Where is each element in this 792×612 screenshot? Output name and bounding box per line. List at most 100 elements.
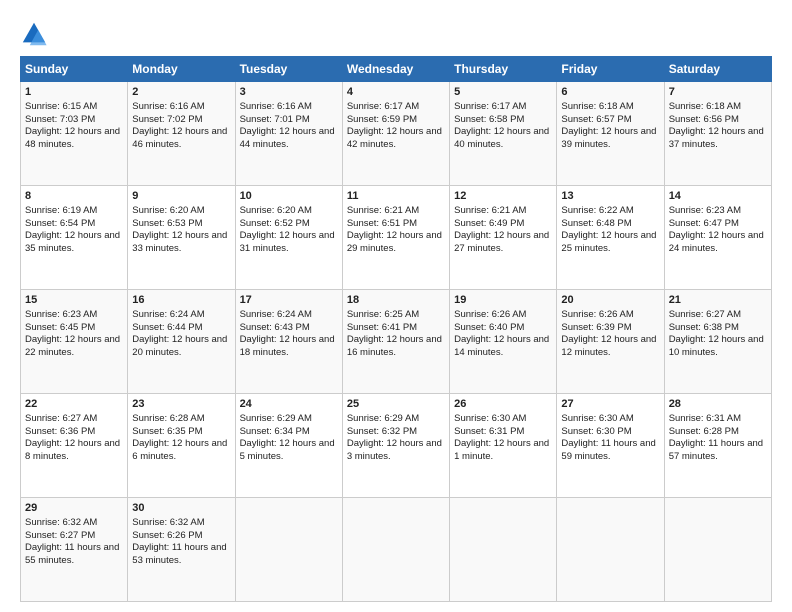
day-number: 9 [132, 189, 230, 204]
sunset-text: Sunset: 6:54 PM [25, 218, 95, 229]
day-number: 8 [25, 189, 123, 204]
day-number: 6 [561, 85, 659, 100]
sunrise-text: Sunrise: 6:16 AM [240, 101, 312, 112]
day-number: 29 [25, 501, 123, 516]
logo [20, 20, 52, 48]
calendar-cell: 16Sunrise: 6:24 AMSunset: 6:44 PMDayligh… [128, 290, 235, 394]
sunrise-text: Sunrise: 6:29 AM [347, 413, 419, 424]
calendar-cell: 9Sunrise: 6:20 AMSunset: 6:53 PMDaylight… [128, 186, 235, 290]
sunrise-text: Sunrise: 6:21 AM [347, 205, 419, 216]
calendar-cell: 1Sunrise: 6:15 AMSunset: 7:03 PMDaylight… [21, 82, 128, 186]
calendar-cell [664, 498, 771, 602]
calendar-cell: 29Sunrise: 6:32 AMSunset: 6:27 PMDayligh… [21, 498, 128, 602]
daylight-label: Daylight: 12 hours and 27 minutes. [454, 230, 549, 254]
daylight-label: Daylight: 12 hours and 25 minutes. [561, 230, 656, 254]
sunrise-text: Sunrise: 6:24 AM [132, 309, 204, 320]
day-number: 5 [454, 85, 552, 100]
sunrise-text: Sunrise: 6:15 AM [25, 101, 97, 112]
sunset-text: Sunset: 6:47 PM [669, 218, 739, 229]
calendar-cell: 19Sunrise: 6:26 AMSunset: 6:40 PMDayligh… [450, 290, 557, 394]
daylight-label: Daylight: 12 hours and 16 minutes. [347, 334, 442, 358]
calendar-cell: 11Sunrise: 6:21 AMSunset: 6:51 PMDayligh… [342, 186, 449, 290]
day-number: 18 [347, 293, 445, 308]
calendar-cell [557, 498, 664, 602]
daylight-label: Daylight: 12 hours and 5 minutes. [240, 438, 335, 462]
calendar-cell: 27Sunrise: 6:30 AMSunset: 6:30 PMDayligh… [557, 394, 664, 498]
calendar-cell: 8Sunrise: 6:19 AMSunset: 6:54 PMDaylight… [21, 186, 128, 290]
calendar-cell: 14Sunrise: 6:23 AMSunset: 6:47 PMDayligh… [664, 186, 771, 290]
daylight-label: Daylight: 12 hours and 18 minutes. [240, 334, 335, 358]
calendar-cell [450, 498, 557, 602]
weekday-header-thursday: Thursday [450, 57, 557, 82]
sunrise-text: Sunrise: 6:31 AM [669, 413, 741, 424]
calendar-week-5: 29Sunrise: 6:32 AMSunset: 6:27 PMDayligh… [21, 498, 772, 602]
day-number: 13 [561, 189, 659, 204]
page: SundayMondayTuesdayWednesdayThursdayFrid… [0, 0, 792, 612]
daylight-label: Daylight: 12 hours and 14 minutes. [454, 334, 549, 358]
weekday-header-friday: Friday [557, 57, 664, 82]
daylight-label: Daylight: 12 hours and 6 minutes. [132, 438, 227, 462]
sunrise-text: Sunrise: 6:23 AM [669, 205, 741, 216]
daylight-label: Daylight: 12 hours and 37 minutes. [669, 126, 764, 150]
sunrise-text: Sunrise: 6:25 AM [347, 309, 419, 320]
sunrise-text: Sunrise: 6:20 AM [240, 205, 312, 216]
calendar-week-1: 1Sunrise: 6:15 AMSunset: 7:03 PMDaylight… [21, 82, 772, 186]
daylight-label: Daylight: 12 hours and 46 minutes. [132, 126, 227, 150]
calendar-cell: 15Sunrise: 6:23 AMSunset: 6:45 PMDayligh… [21, 290, 128, 394]
daylight-label: Daylight: 12 hours and 35 minutes. [25, 230, 120, 254]
calendar-week-4: 22Sunrise: 6:27 AMSunset: 6:36 PMDayligh… [21, 394, 772, 498]
calendar-cell: 5Sunrise: 6:17 AMSunset: 6:58 PMDaylight… [450, 82, 557, 186]
sunset-text: Sunset: 7:02 PM [132, 114, 202, 125]
daylight-label: Daylight: 12 hours and 48 minutes. [25, 126, 120, 150]
daylight-label: Daylight: 12 hours and 12 minutes. [561, 334, 656, 358]
sunrise-text: Sunrise: 6:16 AM [132, 101, 204, 112]
calendar-cell: 20Sunrise: 6:26 AMSunset: 6:39 PMDayligh… [557, 290, 664, 394]
sunset-text: Sunset: 6:27 PM [25, 530, 95, 541]
sunrise-text: Sunrise: 6:32 AM [132, 517, 204, 528]
daylight-label: Daylight: 12 hours and 8 minutes. [25, 438, 120, 462]
calendar-week-3: 15Sunrise: 6:23 AMSunset: 6:45 PMDayligh… [21, 290, 772, 394]
sunrise-text: Sunrise: 6:26 AM [561, 309, 633, 320]
sunset-text: Sunset: 6:39 PM [561, 322, 631, 333]
sunset-text: Sunset: 6:56 PM [669, 114, 739, 125]
daylight-label: Daylight: 12 hours and 22 minutes. [25, 334, 120, 358]
sunrise-text: Sunrise: 6:24 AM [240, 309, 312, 320]
calendar-table: SundayMondayTuesdayWednesdayThursdayFrid… [20, 56, 772, 602]
calendar-cell: 22Sunrise: 6:27 AMSunset: 6:36 PMDayligh… [21, 394, 128, 498]
sunrise-text: Sunrise: 6:27 AM [669, 309, 741, 320]
sunrise-text: Sunrise: 6:29 AM [240, 413, 312, 424]
sunset-text: Sunset: 6:43 PM [240, 322, 310, 333]
header [20, 16, 772, 48]
calendar-header-row: SundayMondayTuesdayWednesdayThursdayFrid… [21, 57, 772, 82]
sunrise-text: Sunrise: 6:30 AM [561, 413, 633, 424]
day-number: 10 [240, 189, 338, 204]
day-number: 1 [25, 85, 123, 100]
calendar-cell: 28Sunrise: 6:31 AMSunset: 6:28 PMDayligh… [664, 394, 771, 498]
calendar-cell [342, 498, 449, 602]
calendar-week-2: 8Sunrise: 6:19 AMSunset: 6:54 PMDaylight… [21, 186, 772, 290]
daylight-label: Daylight: 12 hours and 40 minutes. [454, 126, 549, 150]
sunset-text: Sunset: 6:59 PM [347, 114, 417, 125]
calendar-cell: 25Sunrise: 6:29 AMSunset: 6:32 PMDayligh… [342, 394, 449, 498]
sunset-text: Sunset: 6:57 PM [561, 114, 631, 125]
sunset-text: Sunset: 6:45 PM [25, 322, 95, 333]
day-number: 2 [132, 85, 230, 100]
weekday-header-wednesday: Wednesday [342, 57, 449, 82]
sunrise-text: Sunrise: 6:30 AM [454, 413, 526, 424]
calendar-cell: 10Sunrise: 6:20 AMSunset: 6:52 PMDayligh… [235, 186, 342, 290]
calendar-cell: 24Sunrise: 6:29 AMSunset: 6:34 PMDayligh… [235, 394, 342, 498]
sunset-text: Sunset: 6:38 PM [669, 322, 739, 333]
sunrise-text: Sunrise: 6:28 AM [132, 413, 204, 424]
sunset-text: Sunset: 6:58 PM [454, 114, 524, 125]
weekday-header-saturday: Saturday [664, 57, 771, 82]
sunset-text: Sunset: 6:40 PM [454, 322, 524, 333]
sunset-text: Sunset: 6:26 PM [132, 530, 202, 541]
daylight-label: Daylight: 12 hours and 42 minutes. [347, 126, 442, 150]
day-number: 3 [240, 85, 338, 100]
daylight-label: Daylight: 12 hours and 24 minutes. [669, 230, 764, 254]
calendar-cell [235, 498, 342, 602]
sunset-text: Sunset: 6:52 PM [240, 218, 310, 229]
day-number: 21 [669, 293, 767, 308]
calendar-cell: 6Sunrise: 6:18 AMSunset: 6:57 PMDaylight… [557, 82, 664, 186]
daylight-label: Daylight: 12 hours and 39 minutes. [561, 126, 656, 150]
